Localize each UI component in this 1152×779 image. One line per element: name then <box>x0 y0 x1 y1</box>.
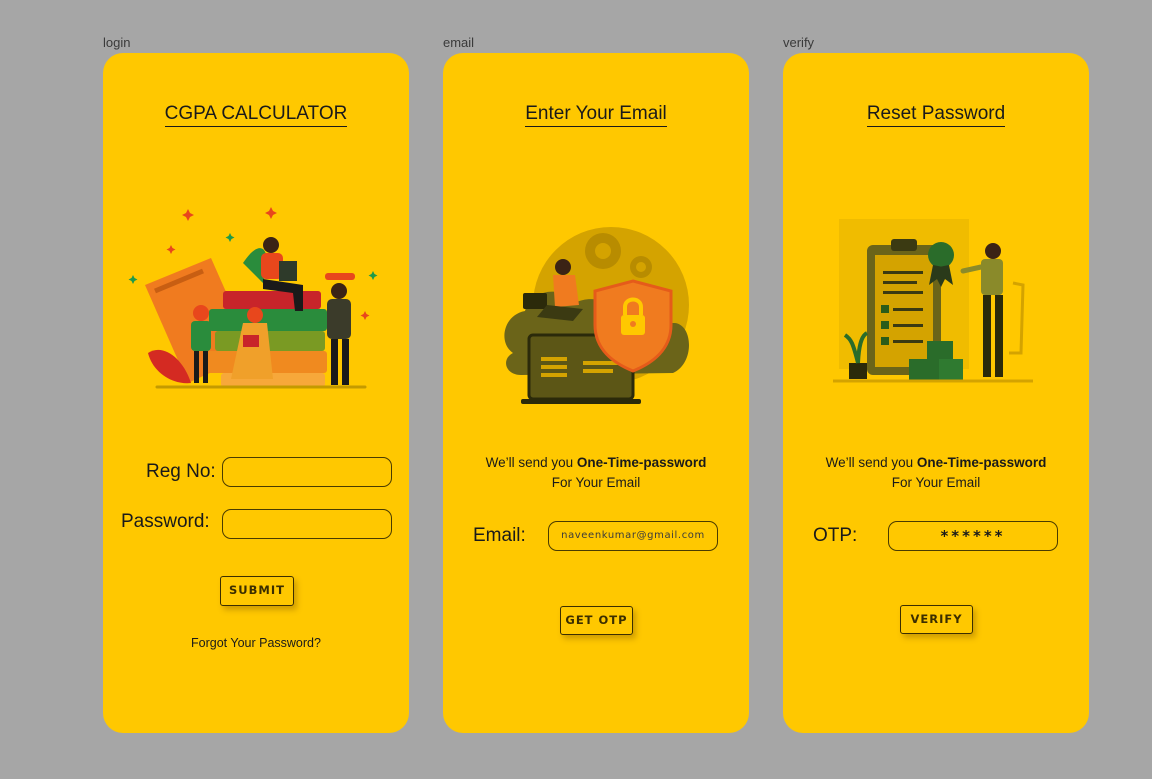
verify-button[interactable]: VERIFY <box>900 605 973 634</box>
submit-button[interactable]: SUBMIT <box>220 576 294 606</box>
get-otp-button[interactable]: GET OTP <box>560 606 633 635</box>
reg-no-input[interactable] <box>222 457 392 487</box>
study-illustration <box>128 207 378 389</box>
verify-card: Reset Password We’ll send you One-Time-p… <box>783 53 1089 733</box>
email-input[interactable]: naveenkumar@gmail.com <box>548 521 718 551</box>
frame-label-email: email <box>443 35 475 50</box>
email-card: Enter Your Email We’ll send you One-Time… <box>443 53 749 733</box>
password-label: Password: <box>121 511 210 532</box>
forgot-password-link[interactable]: Forgot Your Password? <box>103 636 409 650</box>
otp-label: OTP: <box>813 525 858 546</box>
frame-label-login: login <box>103 35 131 50</box>
frame-label-verify: verify <box>783 35 815 50</box>
otp-input[interactable]: ****** <box>888 521 1058 551</box>
reg-no-label: Reg No: <box>146 461 216 482</box>
password-input[interactable] <box>222 509 392 539</box>
checkbox-icon <box>881 305 889 345</box>
login-card: CGPA CALCULATOR Reg No: Password: SUBMIT… <box>103 53 409 733</box>
otp-message: We’ll send you One-Time-password For You… <box>825 455 1047 490</box>
email-label: Email: <box>473 525 526 546</box>
otp-message: We’ll send you One-Time-password For You… <box>485 455 707 490</box>
